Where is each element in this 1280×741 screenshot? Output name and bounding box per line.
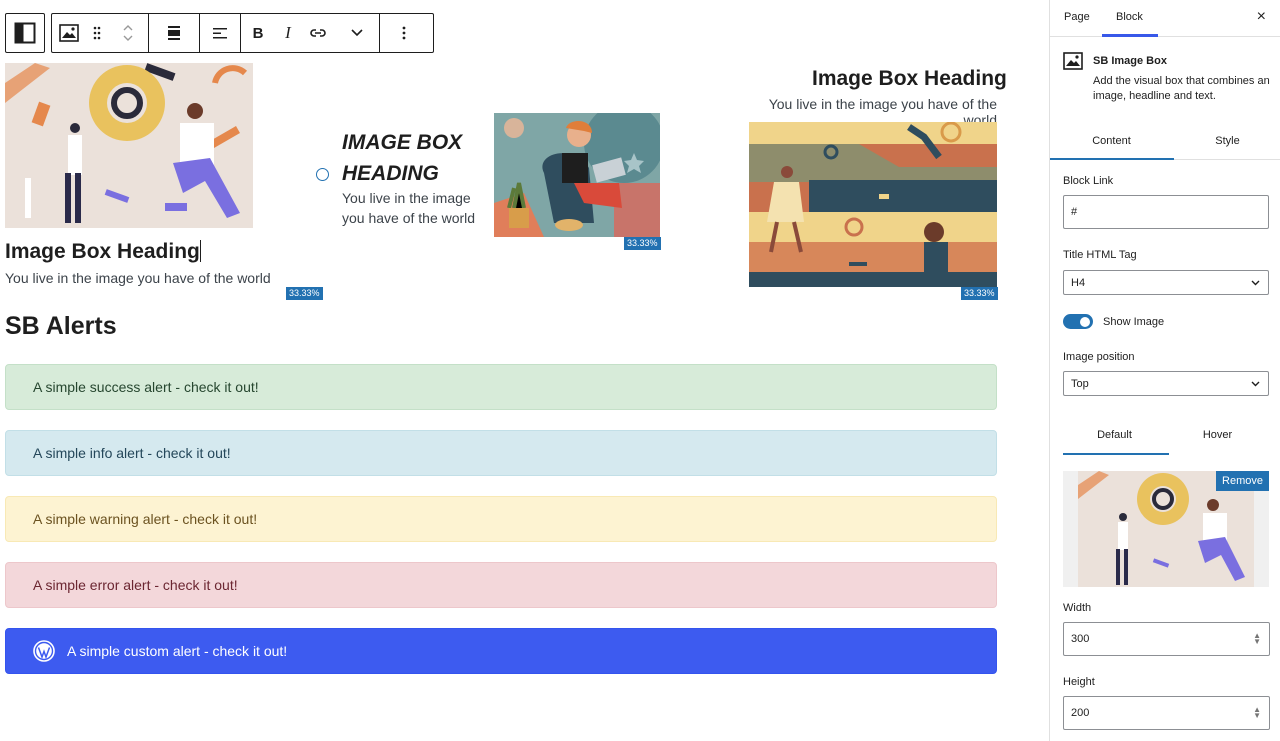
- block-link-value: #: [1071, 206, 1078, 218]
- height-label: Height: [1063, 676, 1095, 688]
- text-align-button[interactable]: [200, 14, 240, 52]
- image-position-label: Image position: [1063, 351, 1135, 363]
- active-tab-indicator: [1102, 34, 1158, 37]
- width-label: Width: [1063, 602, 1092, 614]
- image-box-2-text[interactable]: You live in the image you have of the wo…: [342, 188, 475, 228]
- block-card-description: Add the visual box that combines an imag…: [1093, 75, 1270, 102]
- image-box-3-image[interactable]: [749, 122, 997, 287]
- more-vertical-icon: [402, 26, 406, 40]
- panel-tabs: Content Style: [1050, 124, 1280, 160]
- options-group: [380, 14, 428, 52]
- tab-style[interactable]: Style: [1170, 135, 1280, 147]
- image-box-1-heading[interactable]: Image Box Heading: [5, 240, 201, 264]
- image-box-icon: [59, 24, 79, 42]
- state-tabs: Default Hover: [1063, 422, 1269, 455]
- image-position-value: Top: [1071, 377, 1089, 390]
- block-toolbar: B I: [51, 13, 434, 53]
- image-box-2-heading-line2: HEADING: [342, 162, 439, 185]
- success-alert[interactable]: A simple success alert - check it out!: [5, 364, 997, 410]
- image-box-2-image[interactable]: [494, 113, 660, 237]
- image-box-2-heading-line1: IMAGE BOX: [342, 131, 463, 154]
- block-card-title: SB Image Box: [1093, 55, 1167, 67]
- column-width-badge: 33.33%: [286, 287, 323, 300]
- italic-button[interactable]: I: [275, 14, 301, 52]
- close-icon[interactable]: ×: [1257, 8, 1266, 26]
- settings-sidebar: Page Block × SB Image Box Add the visual…: [1049, 0, 1280, 741]
- column-width-badge: 33.33%: [624, 237, 661, 250]
- text-align-group: [200, 14, 241, 52]
- image-position-select[interactable]: Top: [1063, 371, 1269, 396]
- warning-alert-text: A simple warning alert - check it out!: [33, 511, 258, 527]
- error-alert-text: A simple error alert - check it out!: [33, 577, 238, 593]
- image-box-1-text[interactable]: You live in the image you have of the wo…: [5, 270, 271, 286]
- image-box-icon: [1063, 52, 1083, 70]
- success-alert-text: A simple success alert - check it out!: [33, 379, 259, 395]
- show-image-toggle[interactable]: [1063, 314, 1093, 329]
- title-tag-select[interactable]: H4: [1063, 270, 1269, 295]
- title-tag-label: Title HTML Tag: [1063, 249, 1137, 261]
- height-value: 200: [1071, 707, 1090, 719]
- illustration-person-laptop-image: [494, 113, 660, 237]
- title-tag-value: H4: [1071, 276, 1086, 289]
- selected-image-preview[interactable]: Remove: [1063, 471, 1269, 587]
- chevron-down-icon: [1251, 280, 1260, 285]
- columns-icon: [14, 22, 36, 44]
- active-panel-indicator: [1050, 158, 1174, 160]
- link-button[interactable]: [301, 14, 335, 52]
- drag-icon: [93, 26, 101, 40]
- tab-default[interactable]: Default: [1063, 429, 1166, 441]
- block-link-input[interactable]: #: [1063, 195, 1269, 229]
- wordpress-icon: [33, 640, 55, 662]
- align-left-icon: [213, 28, 227, 39]
- tab-content[interactable]: Content: [1054, 135, 1169, 147]
- align-group: [149, 14, 200, 52]
- number-stepper-icon[interactable]: ▲ ▼: [1253, 632, 1261, 646]
- number-stepper-icon[interactable]: ▲ ▼: [1253, 706, 1261, 720]
- active-state-indicator: [1063, 453, 1169, 455]
- remove-image-button[interactable]: Remove: [1216, 471, 1269, 491]
- alerts-heading[interactable]: SB Alerts: [5, 312, 117, 341]
- custom-alert-text: A simple custom alert - check it out!: [67, 643, 288, 659]
- info-alert-text: A simple info alert - check it out!: [33, 445, 231, 461]
- illustration-puzzle-people-image: [749, 122, 997, 287]
- warning-alert[interactable]: A simple warning alert - check it out!: [5, 496, 997, 542]
- inserter-dot[interactable]: [316, 168, 329, 181]
- image-box-block-button[interactable]: [52, 14, 86, 52]
- move-up-down-button[interactable]: [108, 14, 148, 52]
- info-alert[interactable]: A simple info alert - check it out!: [5, 430, 997, 476]
- illustration-people-gear-image: [5, 63, 253, 228]
- bold-button[interactable]: B: [241, 14, 275, 52]
- options-button[interactable]: [380, 14, 428, 52]
- drag-handle[interactable]: [86, 14, 108, 52]
- tab-block[interactable]: Block: [1116, 11, 1143, 23]
- tab-page[interactable]: Page: [1064, 11, 1090, 23]
- format-group: B I: [241, 14, 380, 52]
- image-box-2-text-line2: you have of the world: [342, 210, 476, 226]
- chevron-down-icon: [1251, 381, 1260, 386]
- height-input[interactable]: 200 ▲ ▼: [1063, 696, 1270, 730]
- align-button[interactable]: [149, 14, 199, 52]
- image-box-1-image[interactable]: [5, 63, 253, 228]
- error-alert[interactable]: A simple error alert - check it out!: [5, 562, 997, 608]
- tab-hover[interactable]: Hover: [1166, 429, 1269, 441]
- block-link-label: Block Link: [1063, 175, 1114, 187]
- width-value: 300: [1071, 633, 1090, 645]
- sidebar-toggle-button[interactable]: [5, 13, 45, 53]
- chevron-up-down-icon: [123, 25, 133, 41]
- block-type-group: [52, 14, 149, 52]
- chevron-down-icon: [351, 29, 363, 37]
- show-image-label: Show Image: [1103, 316, 1165, 328]
- custom-alert[interactable]: A simple custom alert - check it out!: [5, 628, 997, 674]
- align-center-icon: [168, 26, 180, 40]
- column-width-badge: 33.33%: [961, 287, 998, 300]
- image-box-2-text-line1: You live in the image: [342, 190, 471, 206]
- sidebar-tabs: Page Block ×: [1050, 0, 1280, 37]
- image-box-3-heading[interactable]: Image Box Heading: [812, 67, 1007, 91]
- width-input[interactable]: 300 ▲ ▼: [1063, 622, 1270, 656]
- link-icon: [310, 29, 326, 37]
- more-rich-text-button[interactable]: [335, 14, 379, 52]
- image-box-2-heading[interactable]: IMAGE BOX HEADING: [342, 127, 462, 189]
